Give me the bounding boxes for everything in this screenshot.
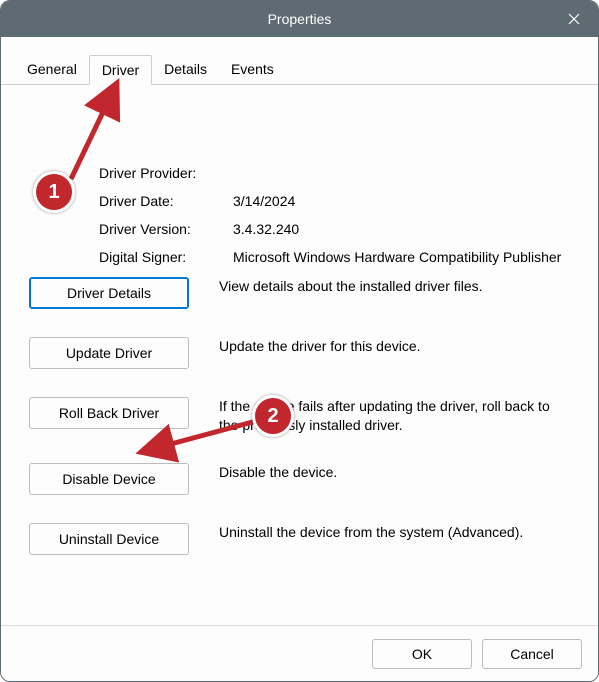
close-button[interactable] (550, 1, 598, 37)
driver-version-label: Driver Version: (99, 221, 233, 237)
roll-back-driver-button[interactable]: Roll Back Driver (29, 397, 189, 429)
tab-driver[interactable]: Driver (89, 55, 152, 85)
driver-details-desc: View details about the installed driver … (219, 277, 576, 296)
digital-signer-value: Microsoft Windows Hardware Compatibility… (233, 249, 576, 265)
uninstall-device-desc: Uninstall the device from the system (Ad… (219, 523, 576, 542)
digital-signer-label: Digital Signer: (99, 249, 233, 265)
update-driver-button[interactable]: Update Driver (29, 337, 189, 369)
driver-date-label: Driver Date: (99, 193, 233, 209)
close-icon (568, 13, 580, 25)
tab-content: Driver Provider: Driver Date: 3/14/2024 … (1, 85, 598, 555)
action-buttons: Driver Details View details about the in… (23, 277, 576, 555)
window-title: Properties (268, 11, 332, 27)
tab-general[interactable]: General (15, 55, 89, 84)
tab-events[interactable]: Events (219, 55, 286, 84)
annotation-badge-1: 1 (33, 171, 75, 213)
driver-date-value: 3/14/2024 (233, 193, 576, 209)
dialog-footer: OK Cancel (1, 625, 598, 681)
cancel-button[interactable]: Cancel (482, 639, 582, 669)
disable-device-desc: Disable the device. (219, 463, 576, 482)
properties-window: Properties General Driver Details Events… (0, 0, 599, 682)
disable-device-button[interactable]: Disable Device (29, 463, 189, 495)
titlebar: Properties (1, 1, 598, 37)
driver-provider-value (233, 165, 576, 181)
uninstall-device-button[interactable]: Uninstall Device (29, 523, 189, 555)
tab-details[interactable]: Details (152, 55, 219, 84)
update-driver-desc: Update the driver for this device. (219, 337, 576, 356)
driver-provider-label: Driver Provider: (99, 165, 233, 181)
tab-strip: General Driver Details Events (1, 55, 598, 85)
annotation-badge-2: 2 (252, 395, 294, 437)
driver-version-value: 3.4.32.240 (233, 221, 576, 237)
driver-info: Driver Provider: Driver Date: 3/14/2024 … (99, 165, 576, 265)
ok-button[interactable]: OK (372, 639, 472, 669)
driver-details-button[interactable]: Driver Details (29, 277, 189, 309)
